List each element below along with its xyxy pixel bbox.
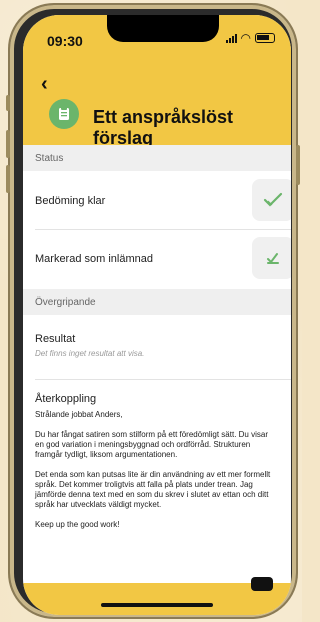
- divider: [35, 379, 291, 380]
- feedback-block: Återkoppling Strålande jobbat Anders, Du…: [23, 393, 291, 530]
- mute-switch: [6, 95, 10, 111]
- status-icons: ◠: [225, 31, 275, 45]
- result-empty-text: Det finns inget resultat att visa.: [35, 349, 145, 358]
- status-row-label: Bedöming klar: [35, 195, 106, 207]
- feedback-title: Återkoppling: [35, 393, 97, 405]
- status-row-label: Markerad som inlämnad: [35, 253, 153, 265]
- signal-icon: [225, 33, 237, 43]
- notch: [107, 15, 219, 42]
- wifi-icon: ◠: [240, 31, 251, 45]
- assignment-icon: [49, 99, 79, 129]
- floating-button[interactable]: [251, 577, 273, 591]
- status-time: 09:30: [47, 33, 83, 49]
- back-button[interactable]: ‹: [41, 73, 48, 96]
- home-indicator[interactable]: [101, 603, 213, 607]
- section-header-overall: Övergripande: [23, 289, 291, 315]
- phone-frame: 09:30 ◠ ‹ Ett anspråkslöst förslag Statu…: [6, 5, 300, 617]
- feedback-paragraph-1: Du har fångat satiren som stilform på et…: [35, 430, 268, 459]
- divider: [35, 229, 291, 230]
- power-button: [296, 145, 300, 185]
- status-row-assessed: Bedöming klar: [23, 195, 291, 207]
- assessed-check-icon: [252, 179, 291, 221]
- result-title: Resultat: [35, 333, 76, 345]
- feedback-closing: Keep up the good work!: [35, 520, 120, 529]
- battery-icon: [255, 33, 275, 43]
- feedback-paragraph-2: Det enda som kan putsas lite är din anvä…: [35, 470, 271, 509]
- volume-down-button: [6, 165, 10, 193]
- status-row-submitted: Markerad som inlämnad: [23, 253, 291, 265]
- submitted-check-icon: [252, 237, 291, 279]
- app-screen: 09:30 ◠ ‹ Ett anspråkslöst förslag Statu…: [23, 15, 291, 615]
- result-block: Resultat Det finns inget resultat att vi…: [23, 333, 291, 358]
- page-title: Ett anspråkslöst förslag: [93, 107, 234, 148]
- feedback-greeting: Strålande jobbat Anders,: [35, 410, 123, 419]
- volume-up-button: [6, 130, 10, 158]
- section-header-status: Status: [23, 145, 291, 171]
